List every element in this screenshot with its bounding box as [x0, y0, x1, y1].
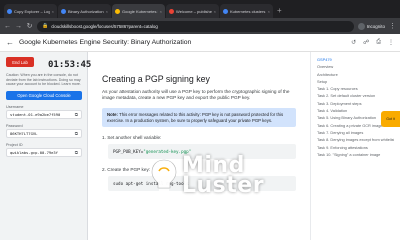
password-label: Password	[6, 123, 23, 128]
username-field[interactable]: student-01-e9a2be7f590 ⧉	[6, 109, 82, 119]
tab-label: Welcome – publisher_gcp_Ed	[176, 8, 212, 14]
browser-tab[interactable]: Kubernetes clusters – Kuber×	[220, 4, 273, 18]
caution-text: Caution: When you are in the console, do…	[6, 73, 81, 86]
lab-instructions: Creating a PGP signing key As your attes…	[88, 52, 310, 240]
toc-item[interactable]: Overview	[317, 63, 394, 70]
logo-line-2: Luster	[182, 173, 265, 198]
note-box: Note: This error messages related to thi…	[102, 107, 296, 128]
intro-paragraph: As your attestation authority will use a…	[102, 89, 290, 101]
password-field[interactable]: 86KTH7LT7GVL ⧉	[6, 128, 82, 138]
lab-control-panel: End Lab 01:53:45 Caution: When you are i…	[0, 52, 92, 240]
project-id-label: Project ID	[6, 142, 23, 147]
header-actions: ↺ ☍ ⎙ ⋮	[351, 39, 394, 46]
toc-item[interactable]: Task 1. Copy resources	[317, 85, 394, 92]
note-text: This error messages related to this acti…	[107, 111, 284, 123]
browser-tab-bar: Copy Explorer – Logging – Logs×Binary Au…	[0, 0, 400, 18]
browser-menu-icon[interactable]: ⋮	[389, 22, 396, 30]
logo-bulb-icon	[151, 159, 177, 194]
note-label: Note:	[107, 111, 118, 117]
tab-label: Binary Authorization – Securit	[68, 8, 104, 14]
browser-tab[interactable]: Binary Authorization – Securit×	[58, 4, 111, 18]
tab-close-icon[interactable]: ×	[106, 9, 108, 14]
copy-icon[interactable]: ⧉	[75, 112, 78, 117]
copy-icon[interactable]: ⧉	[75, 131, 78, 136]
toc-item[interactable]: Setup	[317, 78, 394, 85]
tab-favicon-icon	[115, 8, 120, 14]
toc-item[interactable]: Task 3. Deployment steps	[317, 100, 394, 107]
toc-item[interactable]: Architecture	[317, 71, 394, 78]
logo-wordmark: Mind Luster	[182, 155, 265, 198]
address-bar: ← → ↻ 🔒 cloudskillsboost.google/focuses/…	[0, 18, 400, 34]
tab-favicon-icon	[223, 8, 228, 14]
tab-close-icon[interactable]: ×	[214, 9, 216, 14]
lab-header: ← Google Kubernetes Engine Security: Bin…	[0, 34, 400, 52]
mind-luster-logo: Mind Luster	[150, 155, 265, 198]
reload-icon[interactable]: ↻	[26, 22, 33, 30]
username-label: Username	[6, 104, 24, 109]
lock-icon: 🔒	[42, 23, 49, 29]
tab-close-icon[interactable]: ×	[160, 9, 162, 14]
more-icon[interactable]: ⋮	[388, 39, 394, 46]
new-tab-icon[interactable]: +	[277, 4, 282, 18]
password-value: 86KTH7LT7GVL	[10, 130, 38, 136]
url-input[interactable]: 🔒 cloudskillsboost.google/focuses/57586?…	[37, 20, 354, 32]
print-icon[interactable]: ⎙	[376, 39, 381, 46]
back-icon[interactable]: ←	[4, 23, 11, 30]
forward-icon[interactable]: →	[15, 23, 22, 30]
tab-favicon-icon	[7, 8, 12, 14]
tab-close-icon[interactable]: ×	[52, 9, 54, 14]
back-arrow-icon[interactable]: ←	[6, 38, 14, 47]
share-icon[interactable]: ↺	[351, 39, 356, 46]
project-id-field[interactable]: qwiklabs-gcp-00-79e3f ⧉	[6, 147, 82, 157]
toc-item[interactable]: Task 2. Set default cluster version	[317, 92, 394, 99]
lab-page: ← Google Kubernetes Engine Security: Bin…	[0, 34, 400, 240]
toc-item[interactable]: Task 9. Enforcing attestations	[317, 144, 394, 151]
tab-label: Google Kubernetes Engine Se	[122, 8, 158, 14]
lab-timer: 01:53:45	[48, 60, 92, 70]
tab-label: Copy Explorer – Logging – Logs	[14, 8, 50, 14]
code-var: PGP_PUB_KEY=	[113, 149, 144, 155]
tab-favicon-icon	[61, 8, 66, 14]
tab-label: Kubernetes clusters – Kuber	[230, 8, 266, 14]
step-1-text: 1. Set another shell variable:	[102, 135, 162, 141]
toc-item[interactable]: Task 7. Denying all images	[317, 129, 394, 136]
username-value: student-01-e9a2be7f590	[10, 111, 61, 117]
incognito-indicator[interactable]: Incognito	[357, 22, 385, 30]
copy-icon[interactable]: ⧉	[75, 150, 78, 155]
url-text: cloudskillsboost.google/focuses/57586?pa…	[51, 23, 158, 29]
browser-tab[interactable]: Google Kubernetes Engine Se×	[112, 4, 165, 18]
incognito-label: Incognito	[366, 23, 385, 29]
toc-item[interactable]: Task 10. "Signing" a container image	[317, 151, 394, 158]
browser-tab[interactable]: Welcome – publisher_gcp_Ed×	[166, 4, 219, 18]
lab-title: Google Kubernetes Engine Security: Binar…	[19, 39, 192, 46]
toc-item[interactable]: Task 8. Denying images except from white…	[317, 136, 394, 143]
incognito-icon	[357, 22, 365, 30]
floating-help-button[interactable]: Got it	[381, 111, 400, 127]
tab-favicon-icon	[169, 8, 174, 14]
browser-tab[interactable]: Copy Explorer – Logging – Logs×	[4, 4, 57, 18]
table-of-contents: GSP479 Overview Architecture Setup Task 1. C…	[310, 52, 400, 240]
toc-item[interactable]: GSP479	[317, 56, 394, 63]
end-lab-button[interactable]: End Lab	[6, 57, 34, 67]
link-icon[interactable]: ☍	[363, 39, 369, 46]
project-id-value: qwiklabs-gcp-00-79e3f	[10, 149, 59, 155]
open-console-button[interactable]: Open Google Cloud Console	[6, 90, 82, 100]
section-heading: Creating a PGP signing key	[102, 74, 210, 84]
tab-close-icon[interactable]: ×	[268, 9, 270, 14]
